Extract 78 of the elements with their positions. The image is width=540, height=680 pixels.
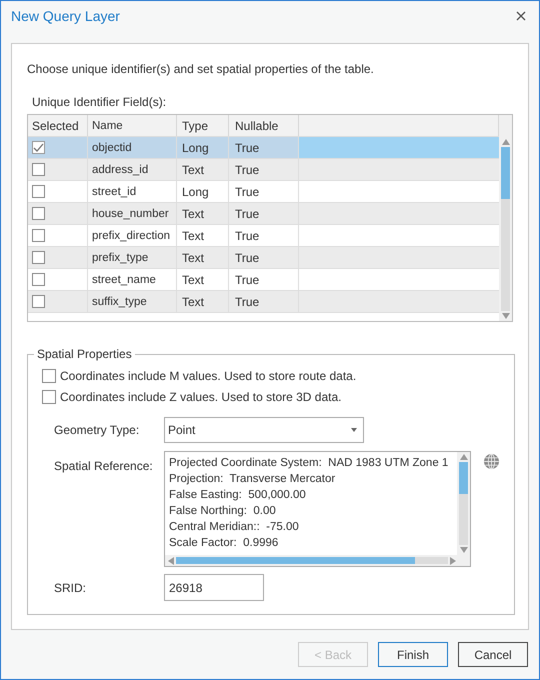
table-cell: True <box>235 140 260 154</box>
close-icon[interactable] <box>516 11 526 21</box>
scroll-thumb[interactable] <box>176 557 416 564</box>
checkbox[interactable] <box>32 273 45 286</box>
globe-icon[interactable] <box>483 453 500 470</box>
down-arrow-icon[interactable] <box>460 547 468 553</box>
column-header[interactable]: Type <box>177 115 229 136</box>
table-cell: house_number <box>92 208 169 220</box>
instruction-text: Choose unique identifier(s) and set spatial properties of the table. <box>27 61 375 77</box>
geometry-type-dropdown[interactable]: Point <box>164 417 364 443</box>
checkbox[interactable] <box>32 295 45 308</box>
scroll-thumb[interactable] <box>459 462 468 494</box>
reference-line: Projection: Transverse Mercator <box>169 472 336 487</box>
up-arrow-icon[interactable] <box>460 454 468 460</box>
checkbox[interactable] <box>32 229 45 242</box>
table-cell: Text <box>182 206 204 220</box>
field-label: Spatial Reference: <box>53 458 154 473</box>
scroll-thumb[interactable] <box>501 147 510 199</box>
table-cell: True <box>235 294 260 308</box>
checkbox[interactable] <box>32 251 45 264</box>
field-label: Geometry Type: <box>53 423 140 437</box>
table-row[interactable]: house_number Text True <box>28 203 499 225</box>
right-arrow-icon[interactable] <box>450 556 456 564</box>
checkbox-label: Coordinates include M values. Used to store route data. <box>60 368 356 382</box>
scrollbar[interactable] <box>499 115 512 321</box>
column-header[interactable]: Name <box>88 115 177 136</box>
table-cell: Text <box>182 294 204 308</box>
table-cell: objectid <box>92 142 132 154</box>
spatial-reference-box[interactable]: Projected Coordinate System: NAD 1983 UTM Zone 1 Projection: Transverse Mercator False Easting: 500,000.00 False Northing: 0.00 Central Meridian:: -75.00 Scale Factor: 0.9996 <box>164 451 471 567</box>
checkbox[interactable] <box>32 163 45 176</box>
window-title: New Query Layer <box>11 8 120 24</box>
checkbox[interactable] <box>32 141 45 154</box>
table-cell: Long <box>182 184 209 198</box>
table-cell: street_name <box>92 274 156 286</box>
reference-line: Projected Coordinate System: NAD 1983 UTM Zone 1 <box>169 456 450 471</box>
down-arrow-icon[interactable] <box>502 313 510 319</box>
table-cell: Text <box>182 228 204 242</box>
table-cell: True <box>235 272 260 286</box>
table-row[interactable]: objectid Long True <box>28 137 499 159</box>
reference-line: Scale Factor: 0.9996 <box>169 536 280 551</box>
column-header[interactable]: Selected <box>28 115 88 136</box>
table-cell: address_id <box>92 164 148 176</box>
srid-field[interactable]: 26918 <box>164 574 264 601</box>
reference-line: False Easting: 500,000.00 <box>169 488 307 503</box>
field-label: SRID: <box>53 580 88 594</box>
group-title: Spatial Properties <box>36 347 133 361</box>
table-cell: Text <box>182 162 204 176</box>
dialog-button[interactable]: Cancel <box>458 642 528 667</box>
table-cell: True <box>235 206 260 220</box>
column-header[interactable]: Nullable <box>229 115 299 136</box>
table-cell: street_id <box>92 186 136 198</box>
table-row[interactable]: prefix_type Text True <box>28 247 499 269</box>
table-row[interactable]: suffix_type Text True <box>28 291 499 313</box>
table-cell: Text <box>182 272 204 286</box>
table-cell: prefix_type <box>92 252 148 264</box>
fields-label: Unique Identifier Field(s): <box>32 94 168 110</box>
scrollbar[interactable] <box>165 555 470 566</box>
table-cell: True <box>235 184 260 198</box>
reference-line: Central Meridian:: -75.00 <box>169 520 300 535</box>
left-arrow-icon[interactable] <box>168 556 174 564</box>
table-cell: True <box>235 162 260 176</box>
table-cell: Long <box>182 140 209 154</box>
table-cell: suffix_type <box>92 296 147 308</box>
checkbox[interactable] <box>42 368 56 382</box>
table-cell: True <box>235 250 260 264</box>
checkbox-label: Coordinates include Z values. Used to store 3D data. <box>60 390 342 404</box>
dialog-button[interactable]: Finish <box>378 642 448 667</box>
up-arrow-icon[interactable] <box>502 139 510 145</box>
table-cell: True <box>235 228 260 242</box>
checkbox[interactable] <box>32 185 45 198</box>
checkbox[interactable] <box>32 207 45 220</box>
caret-icon <box>351 428 357 432</box>
table-cell: prefix_direction <box>92 230 170 242</box>
checkbox[interactable] <box>42 390 56 404</box>
table-row[interactable]: address_id Text True <box>28 159 499 181</box>
scrollbar[interactable] <box>457 452 470 555</box>
table-cell: Text <box>182 250 204 264</box>
reference-line: False Northing: 0.00 <box>169 504 277 519</box>
